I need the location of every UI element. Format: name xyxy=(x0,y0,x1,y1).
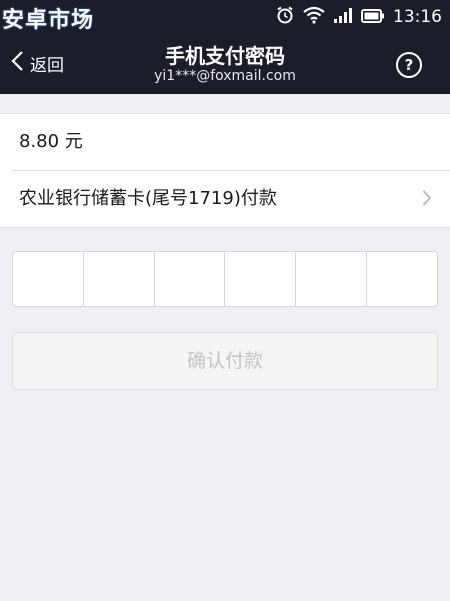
pin-cell[interactable] xyxy=(225,252,297,306)
help-icon[interactable]: ? xyxy=(396,52,422,78)
amount-row: 8.80 元 xyxy=(0,114,450,171)
pin-cell[interactable] xyxy=(367,252,437,306)
status-icons: 13:16 xyxy=(275,6,442,28)
card-row[interactable]: 农业银行储蓄卡(尾号1719)付款 xyxy=(0,171,450,227)
pin-cell[interactable] xyxy=(84,252,155,306)
alarm-icon xyxy=(275,5,295,29)
status-time: 13:16 xyxy=(393,7,442,27)
account-email: yi1***@foxmail.com xyxy=(154,68,296,84)
nav-bar: 返回 手机支付密码 yi1***@foxmail.com ? xyxy=(0,34,450,94)
confirm-payment-button[interactable]: 确认付款 xyxy=(12,332,438,390)
pin-cell[interactable] xyxy=(296,252,368,306)
pin-cell[interactable] xyxy=(155,252,226,306)
payment-card: 农业银行储蓄卡(尾号1719)付款 xyxy=(19,188,277,209)
page-title: 手机支付密码 xyxy=(165,44,285,68)
chevron-right-icon xyxy=(422,189,432,211)
payment-amount: 8.80 元 xyxy=(19,131,83,152)
wifi-icon xyxy=(303,6,325,28)
payment-info: 8.80 元 农业银行储蓄卡(尾号1719)付款 xyxy=(0,113,450,228)
signal-icon xyxy=(333,6,353,28)
pin-cell[interactable] xyxy=(13,252,84,306)
battery-icon xyxy=(361,8,385,27)
pin-input[interactable] xyxy=(12,251,438,307)
status-bar: 安卓市场 anruan.com 13:16 xyxy=(0,0,450,44)
